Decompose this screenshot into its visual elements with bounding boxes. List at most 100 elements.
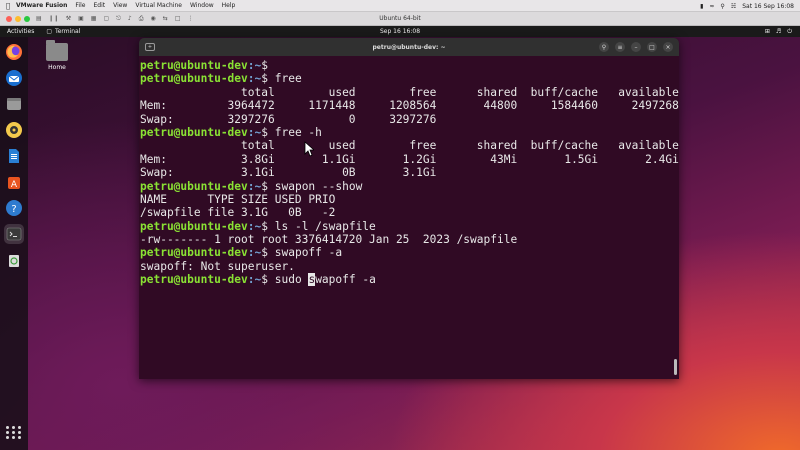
- menu-help[interactable]: Help: [222, 2, 236, 9]
- mouse-pointer-icon: [304, 141, 314, 157]
- prompt-path: :~: [247, 72, 262, 86]
- close-icon[interactable]: ×: [663, 42, 673, 52]
- terminal-output[interactable]: petru@ubuntu-dev:~$ petru@ubuntu-dev:~$ …: [139, 56, 679, 287]
- prompt-user: petru@ubuntu-dev: [140, 246, 248, 260]
- prompt-path: :~: [247, 179, 262, 193]
- sound-icon[interactable]: ♪: [128, 15, 132, 23]
- usb-icon[interactable]: ⎋: [116, 15, 121, 23]
- menu-file[interactable]: File: [75, 2, 85, 9]
- macos-menubar:  VMware Fusion File Edit View Virtual M…: [0, 0, 800, 12]
- search-button-icon[interactable]: ⚲: [599, 42, 609, 52]
- command-text: swapon --show: [274, 179, 363, 193]
- command-text: ls -l /swapfile: [274, 219, 376, 233]
- dock-writer[interactable]: [4, 146, 24, 166]
- svg-text:?: ?: [11, 204, 16, 215]
- zoom-window-icon[interactable]: [24, 15, 30, 22]
- search-icon[interactable]: ⚲: [720, 3, 724, 10]
- dock-help[interactable]: ?: [4, 198, 24, 218]
- prompt-user: petru@ubuntu-dev: [140, 219, 248, 233]
- vmware-toolbar: ▤ ❙❙ ⚒ ▣ ▦ ▢ ⎋ ♪ ⎙ ◉ ⇆ □ ⋮ Ubuntu 64-bit: [0, 12, 800, 26]
- prompt-user: petru@ubuntu-dev: [140, 273, 248, 287]
- network-icon[interactable]: ⇆: [163, 15, 168, 23]
- prompt-path: :~: [247, 246, 262, 260]
- terminal-output-line: Mem: 3964472 1171448 1208564 44800 15844…: [140, 99, 679, 113]
- terminal-icon: [6, 227, 22, 241]
- terminal-output-line: swapoff: Not superuser.: [140, 259, 295, 273]
- dock-trash[interactable]: [4, 250, 24, 270]
- terminal-headerbar[interactable]: + petru@ubuntu-dev: ~ ⚲ ≡ – □ ×: [139, 38, 679, 56]
- shared-folder-icon[interactable]: □: [175, 15, 181, 23]
- menu-edit[interactable]: Edit: [93, 2, 105, 9]
- dock-rhythmbox[interactable]: [4, 120, 24, 140]
- prompt-user: petru@ubuntu-dev: [140, 72, 248, 86]
- terminal-prompt-line: petru@ubuntu-dev:~$ free: [140, 72, 678, 85]
- sidebar-toggle-icon[interactable]: ▤: [36, 15, 42, 23]
- thunderbird-icon: [6, 70, 22, 86]
- terminal-small-icon: ▢: [46, 28, 53, 35]
- control-center-icon[interactable]: ☵: [731, 3, 736, 10]
- window-controls: [6, 15, 30, 22]
- menu-virtual-machine[interactable]: Virtual Machine: [135, 2, 182, 9]
- battery-icon[interactable]: ▮: [700, 3, 703, 10]
- terminal-prompt-line: petru@ubuntu-dev:~$ swapoff -a: [140, 246, 678, 259]
- software-center-icon: A: [8, 177, 20, 190]
- terminal-prompt-line: petru@ubuntu-dev:~$ sudo swapoff -a: [140, 273, 678, 287]
- snapshot-icon[interactable]: ▣: [78, 15, 84, 23]
- prompt-path: :~: [247, 59, 262, 72]
- printer-icon[interactable]: ⎙: [139, 15, 144, 23]
- firefox-icon: [6, 44, 22, 60]
- terminal-scrollbar[interactable]: [674, 359, 677, 375]
- app-menu-terminal[interactable]: ▢ Terminal: [46, 28, 80, 35]
- network-wired-icon: ⊞: [764, 27, 770, 35]
- terminal-output-line: total used free shared buff/cache availa…: [140, 85, 679, 99]
- prompt-symbol: $: [261, 246, 275, 260]
- vm-title: Ubuntu 64-bit: [379, 15, 421, 22]
- unity-icon[interactable]: ▦: [91, 15, 97, 23]
- more-icon[interactable]: ⋮: [188, 15, 194, 23]
- terminal-window[interactable]: + petru@ubuntu-dev: ~ ⚲ ≡ – □ × petru@ub…: [139, 38, 679, 379]
- terminal-prompt-line: petru@ubuntu-dev:~$ ls -l /swapfile: [140, 220, 678, 233]
- terminal-prompt-line: petru@ubuntu-dev:~$: [140, 59, 678, 72]
- close-window-icon[interactable]: [6, 15, 12, 22]
- camera-icon[interactable]: ◉: [151, 15, 156, 23]
- wifi-icon[interactable]: ≈: [709, 3, 714, 10]
- terminal-output-line: /swapfile file 3.1G 0B -2: [140, 206, 336, 220]
- command-text: wapoff -a: [315, 273, 376, 287]
- pause-icon[interactable]: ❙❙: [49, 15, 59, 23]
- new-tab-icon[interactable]: +: [145, 43, 155, 51]
- menu-app-name[interactable]: VMware Fusion: [16, 2, 67, 9]
- hamburger-menu-icon[interactable]: ≡: [615, 42, 625, 52]
- terminal-prompt-line: petru@ubuntu-dev:~$ free -h: [140, 126, 678, 139]
- activities-button[interactable]: Activities: [7, 28, 34, 35]
- minimize-icon[interactable]: –: [631, 42, 641, 52]
- dock-terminal[interactable]: [4, 224, 24, 244]
- prompt-user: petru@ubuntu-dev: [140, 59, 248, 72]
- rhythmbox-icon: [6, 122, 22, 138]
- dock-files[interactable]: [4, 94, 24, 114]
- desktop-home-folder[interactable]: Home: [44, 40, 70, 71]
- mac-clock[interactable]: Sat 16 Sep 16:08: [742, 3, 794, 10]
- system-tray[interactable]: ⊞ ♬ ⏻: [765, 28, 792, 36]
- menu-window[interactable]: Window: [190, 2, 214, 9]
- terminal-output-line: NAME TYPE SIZE USED PRIO: [140, 192, 336, 206]
- fullscreen-icon[interactable]: ▢: [103, 15, 109, 23]
- ubuntu-top-panel: Activities ▢ Terminal Sep 16 16:08 ⊞ ♬ ⏻: [0, 26, 800, 37]
- minimize-window-icon[interactable]: [15, 15, 21, 22]
- prompt-symbol: $: [261, 179, 275, 193]
- menu-view[interactable]: View: [113, 2, 127, 9]
- prompt-path: :~: [247, 125, 262, 139]
- command-text: free: [274, 72, 302, 86]
- terminal-title: petru@ubuntu-dev: ~: [372, 43, 446, 51]
- dock-thunderbird[interactable]: [4, 68, 24, 88]
- wrench-icon[interactable]: ⚒: [66, 15, 71, 23]
- terminal-output-line: Swap: 3297276 0 3297276: [140, 112, 437, 126]
- dock-firefox[interactable]: [4, 42, 24, 62]
- prompt-user: petru@ubuntu-dev: [140, 125, 248, 139]
- dock-software[interactable]: A: [4, 172, 24, 192]
- show-apps-grid-icon[interactable]: [4, 422, 24, 442]
- ubuntu-clock[interactable]: Sep 16 16:08: [380, 28, 420, 35]
- maximize-icon[interactable]: □: [647, 42, 657, 52]
- app-menu-label: Terminal: [55, 28, 81, 35]
- apple-icon[interactable]: : [0, 2, 16, 10]
- prompt-symbol: $: [261, 72, 275, 86]
